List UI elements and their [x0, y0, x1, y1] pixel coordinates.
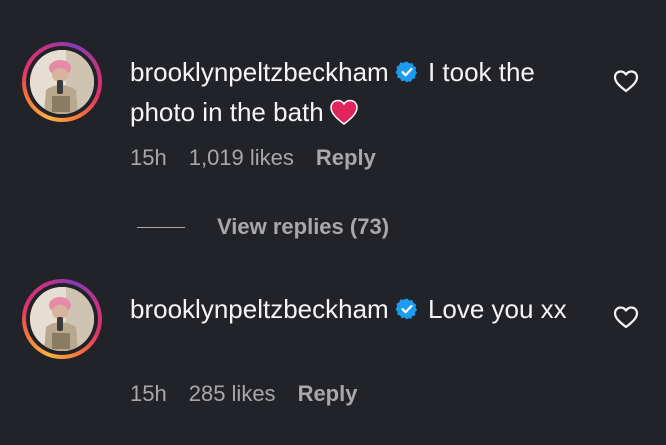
username[interactable]: brooklynpeltzbeckham: [130, 294, 389, 324]
avatar-photo: [30, 287, 94, 351]
divider: [137, 226, 185, 228]
comment-text-block: brooklynpeltzbeckham Love you xx: [130, 291, 570, 331]
timestamp: 15h: [130, 381, 167, 406]
likes-count[interactable]: 1,019 likes: [189, 145, 294, 170]
heart-emoji-icon: [329, 98, 358, 135]
avatar-photo: [30, 50, 94, 114]
reply-button[interactable]: Reply: [298, 381, 358, 406]
avatar[interactable]: [30, 287, 94, 351]
reply-button[interactable]: Reply: [316, 145, 376, 170]
comment-meta: 15h 1,019 likes Reply: [130, 145, 398, 171]
view-replies-button[interactable]: View replies (73): [137, 212, 389, 242]
comment-text-block: brooklynpeltzbeckham I took the photo in…: [130, 54, 570, 135]
verified-badge-icon: [395, 294, 419, 331]
verified-badge-icon: [395, 57, 419, 94]
comment-meta: 15h 285 likes Reply: [130, 381, 379, 407]
comment-body: Love you xx: [427, 294, 567, 324]
like-heart-icon[interactable]: [613, 69, 639, 93]
username[interactable]: brooklynpeltzbeckham: [130, 57, 389, 87]
avatar[interactable]: [30, 50, 94, 114]
avatar-story-ring[interactable]: [22, 42, 102, 122]
view-replies-label: View replies (73): [217, 214, 390, 239]
timestamp: 15h: [130, 145, 167, 170]
avatar-story-ring[interactable]: [22, 279, 102, 359]
likes-count[interactable]: 285 likes: [189, 381, 276, 406]
like-heart-icon[interactable]: [613, 305, 639, 329]
